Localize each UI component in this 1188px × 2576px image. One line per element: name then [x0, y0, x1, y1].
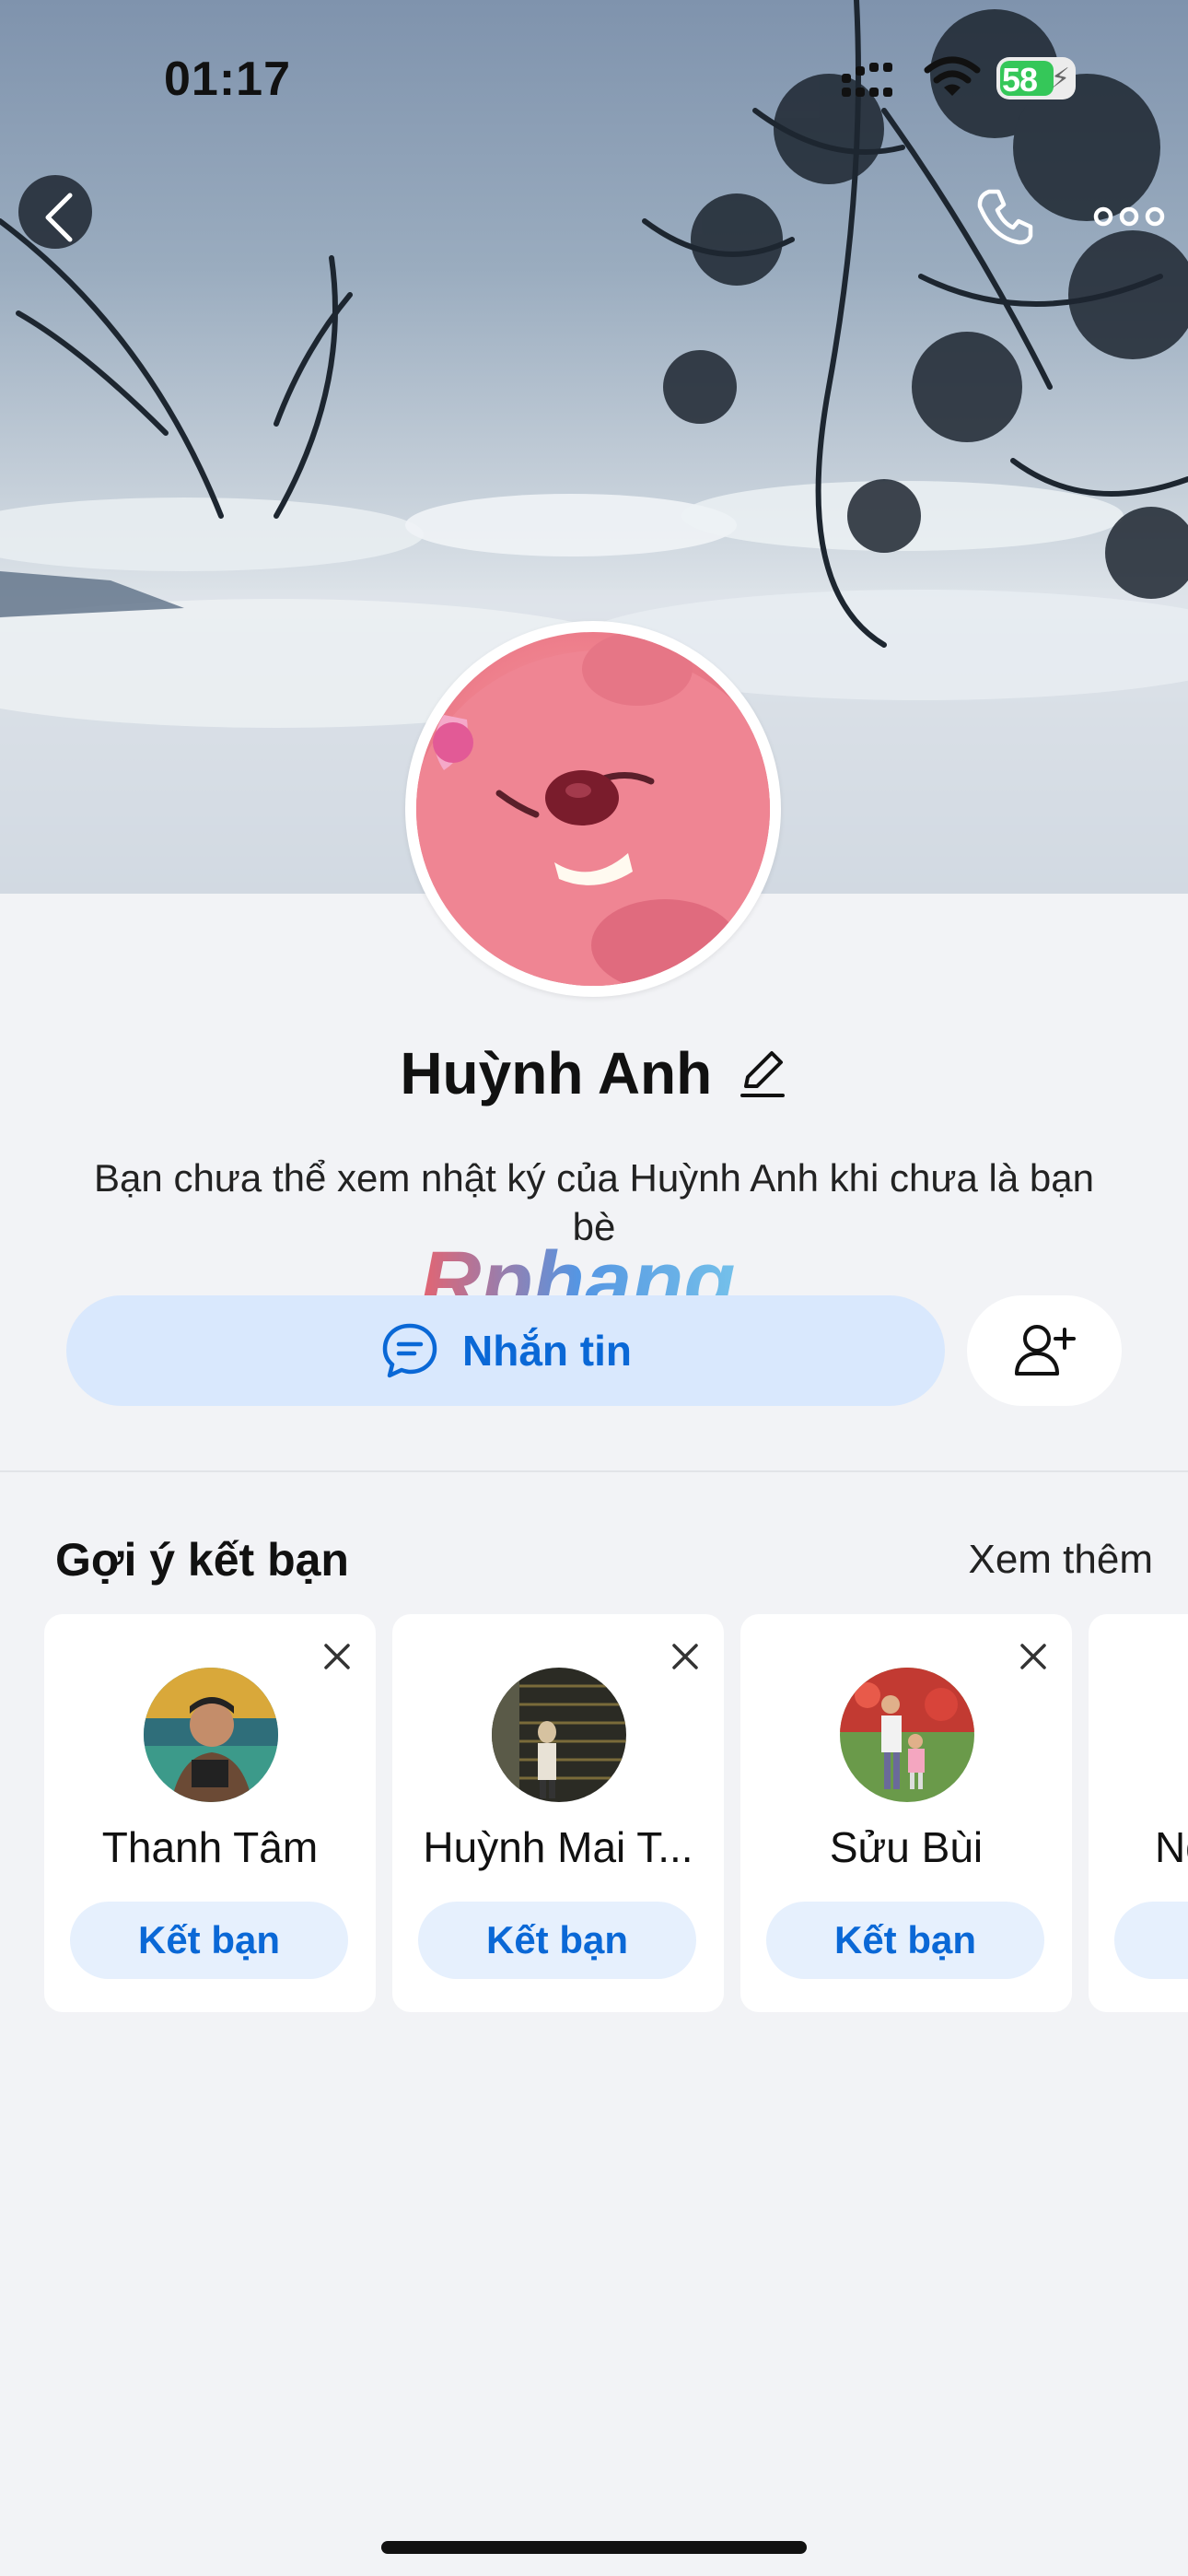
add-user-icon — [1015, 1325, 1076, 1376]
suggestion-avatar — [492, 1668, 626, 1802]
pencil-icon[interactable] — [737, 1048, 788, 1099]
more-horizontal-icon[interactable] — [1092, 193, 1166, 240]
suggestion-name: Ng — [1155, 1823, 1188, 1871]
status-bar: 01:17 58 ⚡ — [0, 0, 1188, 157]
chevron-left-icon[interactable] — [33, 184, 88, 249]
close-icon[interactable] — [320, 1640, 354, 1673]
add-friend-button[interactable] — [967, 1295, 1122, 1406]
profile-name-row: Huỳnh Anh — [0, 1039, 1188, 1107]
battery-charging-icon: 58 ⚡ — [996, 57, 1076, 100]
home-indicator — [381, 2541, 807, 2554]
profile-avatar[interactable] — [405, 621, 781, 997]
close-icon[interactable] — [1017, 1640, 1050, 1673]
suggestions-title: Gợi ý kết bạn — [55, 1534, 349, 1586]
message-button-label: Nhắn tin — [462, 1327, 632, 1375]
add-friend-button[interactable]: Kết bạn — [418, 1902, 696, 1979]
section-divider — [0, 1470, 1188, 1472]
suggestion-name: Huỳnh Mai T... — [423, 1823, 693, 1871]
message-button[interactable]: Nhắn tin — [66, 1295, 945, 1406]
see-more-link[interactable]: Xem thêm — [968, 1537, 1153, 1583]
suggestion-name: Sửu Bùi — [829, 1823, 984, 1871]
suggestion-avatar — [144, 1668, 278, 1802]
suggestions-carousel[interactable]: Thanh Tâm Kết bạn Huỳnh Mai T... Kết bạn — [0, 1614, 1188, 2012]
phone-icon[interactable] — [973, 184, 1037, 249]
profile-name: Huỳnh Anh — [400, 1040, 713, 1107]
add-friend-button[interactable]: Kết bạn — [766, 1902, 1044, 1979]
battery-percent: 58 — [1002, 61, 1038, 99]
suggestion-card[interactable]: Huỳnh Mai T... Kết bạn — [392, 1614, 724, 2012]
status-time: 01:17 — [164, 53, 291, 106]
add-friend-button[interactable] — [1114, 1902, 1188, 1979]
suggestion-avatar — [840, 1668, 974, 1802]
wifi-icon — [924, 56, 981, 96]
chat-bubble-icon — [382, 1323, 437, 1378]
suggestion-card[interactable]: Ng — [1089, 1614, 1188, 2012]
cellular-signal-icon — [842, 63, 892, 97]
add-friend-button[interactable]: Kết bạn — [70, 1902, 348, 1979]
avatar-image — [416, 632, 770, 986]
close-icon[interactable] — [669, 1640, 702, 1673]
suggestion-card[interactable]: Thanh Tâm Kết bạn — [44, 1614, 376, 2012]
suggestion-card[interactable]: Sửu Bùi Kết bạn — [740, 1614, 1072, 2012]
suggestion-name: Thanh Tâm — [101, 1823, 319, 1871]
